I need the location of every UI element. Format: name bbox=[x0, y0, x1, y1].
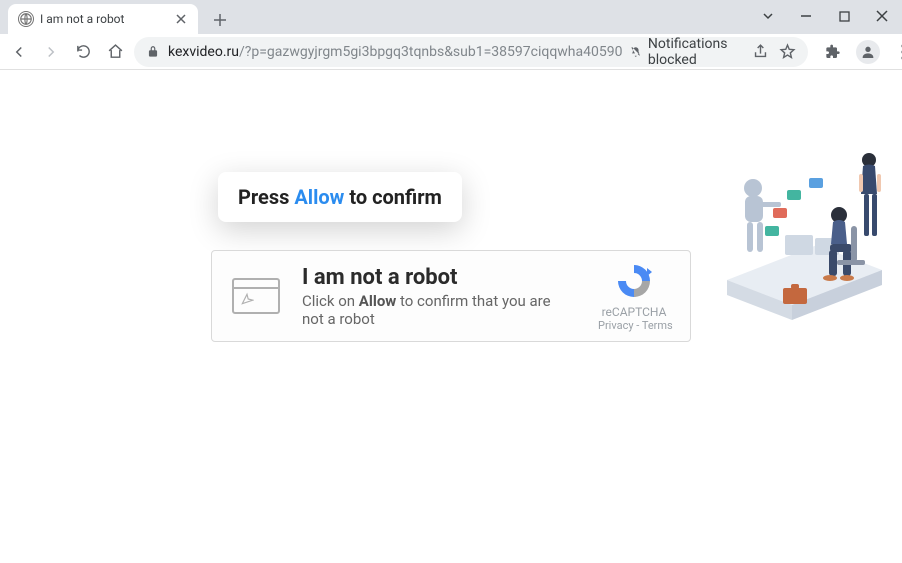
url-domain: kexvideo.ru bbox=[168, 44, 239, 60]
new-tab-button[interactable] bbox=[206, 6, 234, 34]
browser-window-icon bbox=[232, 278, 280, 314]
notifications-blocked-chip[interactable]: Notifications blocked bbox=[630, 36, 742, 68]
menu-kebab-icon[interactable] bbox=[892, 41, 902, 63]
press-allow-suffix: to confirm bbox=[344, 185, 442, 209]
office-illustration bbox=[717, 130, 892, 330]
address-bar[interactable]: kexvideo.ru/?p=gazwgyjrgm5gi3bpgq3tqnbs&… bbox=[134, 37, 808, 67]
close-window-button[interactable] bbox=[870, 4, 894, 28]
minimize-button[interactable] bbox=[794, 4, 818, 28]
recaptcha-logo-icon bbox=[614, 261, 654, 301]
captcha-sub-bold: Allow bbox=[359, 292, 397, 310]
recaptcha-badge: reCAPTCHA Privacy - Terms bbox=[598, 261, 670, 332]
url-text: kexvideo.ru/?p=gazwgyjrgm5gi3bpgq3tqnbs&… bbox=[168, 44, 622, 60]
page-content: Press Allow to confirm I am not a robot … bbox=[0, 70, 902, 563]
extensions-icon[interactable] bbox=[822, 41, 844, 63]
forward-button[interactable] bbox=[40, 41, 62, 63]
share-icon[interactable] bbox=[752, 41, 769, 63]
reload-button[interactable] bbox=[72, 41, 94, 63]
captcha-sub-prefix: Click on bbox=[302, 292, 359, 310]
press-allow-highlight: Allow bbox=[294, 185, 344, 209]
back-button[interactable] bbox=[8, 41, 30, 63]
bookmark-star-icon[interactable] bbox=[779, 41, 796, 63]
maximize-button[interactable] bbox=[832, 4, 856, 28]
bell-off-icon bbox=[630, 44, 641, 60]
fake-captcha-card[interactable]: I am not a robot Click on Allow to confi… bbox=[211, 250, 691, 342]
browser-tab[interactable]: I am not a robot bbox=[8, 4, 198, 34]
window-controls bbox=[756, 2, 894, 30]
profile-avatar-button[interactable] bbox=[856, 40, 880, 64]
press-allow-prefix: Press bbox=[238, 185, 294, 209]
tab-close-button[interactable] bbox=[174, 12, 188, 26]
press-allow-tooltip: Press Allow to confirm bbox=[218, 172, 462, 222]
url-path: /?p=gazwgyjrgm5gi3bpgq3tqnbs&sub1=38597c… bbox=[239, 44, 622, 60]
window-titlebar: I am not a robot bbox=[0, 0, 902, 34]
notifications-blocked-label: Notifications blocked bbox=[648, 36, 742, 68]
tab-title: I am not a robot bbox=[40, 12, 168, 26]
recaptcha-links: Privacy - Terms bbox=[598, 319, 670, 332]
chevron-down-icon[interactable] bbox=[756, 4, 780, 28]
browser-toolbar: kexvideo.ru/?p=gazwgyjrgm5gi3bpgq3tqnbs&… bbox=[0, 34, 902, 70]
globe-icon bbox=[18, 11, 34, 27]
lock-icon bbox=[146, 45, 160, 59]
home-button[interactable] bbox=[104, 41, 126, 63]
captcha-title: I am not a robot bbox=[302, 265, 576, 290]
recaptcha-label: reCAPTCHA bbox=[598, 305, 670, 319]
